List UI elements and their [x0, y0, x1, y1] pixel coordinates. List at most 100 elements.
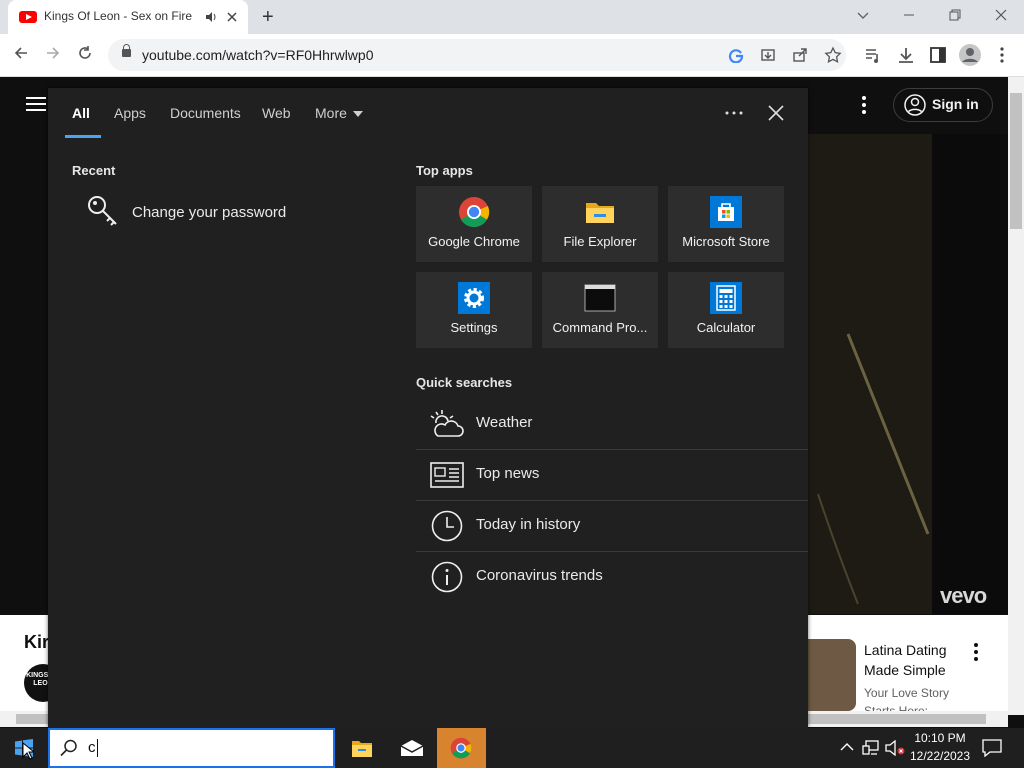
caret-down-icon	[352, 111, 363, 118]
key-icon	[88, 196, 117, 226]
back-button[interactable]	[8, 42, 34, 68]
app-tile-microsoft-store[interactable]: Microsoft Store	[668, 186, 784, 262]
store-icon	[710, 196, 742, 228]
tab-more[interactable]: More	[315, 105, 363, 121]
close-tab-icon[interactable]	[226, 11, 238, 23]
gear-icon	[458, 282, 490, 314]
app-tile-calculator[interactable]: Calculator	[668, 272, 784, 348]
top-apps-heading: Top apps	[416, 163, 473, 178]
folder-icon	[352, 741, 372, 757]
taskbar-mail[interactable]	[388, 728, 436, 768]
notifications-icon[interactable]	[982, 739, 1002, 757]
ad-title[interactable]: Latina Dating Made Simple	[864, 640, 964, 680]
side-panel-icon[interactable]	[929, 46, 947, 64]
tab-documents[interactable]: Documents	[170, 105, 241, 121]
reload-button[interactable]	[72, 42, 98, 68]
app-tile-label: Google Chrome	[428, 234, 520, 249]
new-tab-button[interactable]: +	[262, 6, 274, 29]
close-window-button[interactable]	[978, 4, 1024, 28]
close-icon	[995, 9, 1007, 21]
forward-button[interactable]	[40, 42, 66, 68]
quick-searches-heading: Quick searches	[416, 375, 513, 390]
menu-dots-icon[interactable]	[994, 46, 1010, 64]
restore-icon	[949, 9, 961, 21]
tab-strip: Kings Of Leon - Sex on Fire ( +	[0, 0, 1024, 34]
minimize-button[interactable]	[886, 4, 932, 28]
ad-thumbnail[interactable]	[808, 639, 856, 711]
browser-tab[interactable]: Kings Of Leon - Sex on Fire (	[8, 0, 248, 34]
tab-more-label: More	[315, 105, 347, 121]
quick-search-coronavirus-trends[interactable]: Coronavirus trends	[416, 552, 808, 602]
scrollbar-thumb[interactable]	[1010, 93, 1022, 229]
quick-search-label: Top news	[476, 465, 540, 482]
app-tile-google-chrome[interactable]: Google Chrome	[416, 186, 532, 262]
tab-title: Kings Of Leon - Sex on Fire (	[44, 9, 194, 23]
taskbar-search-box[interactable]: c	[48, 728, 335, 768]
quick-search-weather[interactable]: Weather	[416, 399, 808, 450]
app-tile-command-prompt[interactable]: Command Pro...	[542, 272, 658, 348]
taskbar-file-explorer[interactable]	[338, 728, 386, 768]
calculator-icon	[710, 282, 742, 314]
share-icon[interactable]	[792, 47, 808, 63]
sign-in-button[interactable]: Sign in	[893, 88, 993, 122]
vevo-watermark: vevo	[940, 583, 987, 608]
ad-more-icon[interactable]	[968, 642, 984, 662]
profile-avatar-icon[interactable]	[958, 43, 982, 67]
app-tile-label: Calculator	[696, 320, 756, 335]
tab-apps[interactable]: Apps	[114, 105, 146, 121]
hamburger-menu-icon[interactable]	[26, 96, 46, 112]
lock-icon	[122, 44, 131, 57]
media-queue-icon[interactable]	[864, 46, 882, 64]
vertical-scrollbar[interactable]	[1008, 77, 1024, 715]
url-text: youtube.com/watch?v=RF0Hhrwlwp0	[142, 47, 374, 63]
options-ellipsis-icon[interactable]	[725, 111, 743, 115]
browser-toolbar: youtube.com/watch?v=RF0Hhrwlwp0	[0, 34, 1024, 77]
clock-icon	[431, 510, 463, 542]
tab-all[interactable]: All	[72, 105, 90, 121]
terminal-icon	[584, 284, 616, 312]
address-bar[interactable]: youtube.com/watch?v=RF0Hhrwlwp0	[108, 39, 846, 71]
speaker-icon[interactable]	[204, 10, 218, 24]
folder-icon	[586, 203, 614, 223]
bookmark-star-icon[interactable]	[824, 46, 842, 64]
info-icon	[431, 561, 463, 593]
minimize-icon	[904, 14, 914, 16]
youtube-favicon-icon	[19, 11, 37, 23]
google-lens-icon[interactable]	[728, 47, 744, 63]
app-tile-file-explorer[interactable]: File Explorer	[542, 186, 658, 262]
windows-search-panel: All Apps Documents Web More Recent Chang…	[48, 88, 808, 728]
chevron-down-icon[interactable]	[856, 10, 870, 22]
app-tile-label: Command Pro...	[552, 320, 648, 335]
account-circle-icon	[904, 94, 926, 116]
tray-time[interactable]: 10:10 PM	[900, 731, 980, 745]
video-frame	[808, 134, 1008, 614]
sign-in-label: Sign in	[932, 96, 979, 112]
taskbar-chrome[interactable]	[437, 728, 486, 768]
close-panel-icon[interactable]	[768, 105, 784, 121]
quick-search-today-in-history[interactable]: Today in history	[416, 501, 808, 552]
mail-icon	[400, 740, 424, 756]
quick-search-label: Weather	[476, 414, 533, 431]
arrow-left-icon	[14, 47, 27, 59]
quick-search-label: Coronavirus trends	[476, 567, 603, 584]
weather-icon	[430, 410, 464, 437]
chrome-icon	[459, 197, 490, 228]
video-player[interactable]	[808, 134, 1008, 614]
recent-heading: Recent	[72, 163, 116, 178]
reload-icon	[79, 46, 91, 59]
tray-date[interactable]: 12/22/2023	[900, 749, 980, 763]
download-icon[interactable]	[897, 46, 915, 64]
quick-search-top-news[interactable]: Top news	[416, 450, 808, 501]
tab-web[interactable]: Web	[262, 105, 291, 121]
search-icon	[60, 739, 77, 757]
video-title-partial: Kir	[24, 632, 50, 652]
recent-item[interactable]: Change your password	[80, 192, 340, 228]
chevron-up-icon[interactable]	[840, 742, 854, 752]
more-options-icon[interactable]	[856, 95, 872, 115]
app-tile-settings[interactable]: Settings	[416, 272, 532, 348]
recent-item-label: Change your password	[132, 204, 287, 221]
install-app-icon[interactable]	[760, 47, 776, 63]
restore-button[interactable]	[932, 4, 978, 28]
arrow-right-icon	[47, 47, 60, 59]
network-icon[interactable]	[862, 740, 880, 756]
